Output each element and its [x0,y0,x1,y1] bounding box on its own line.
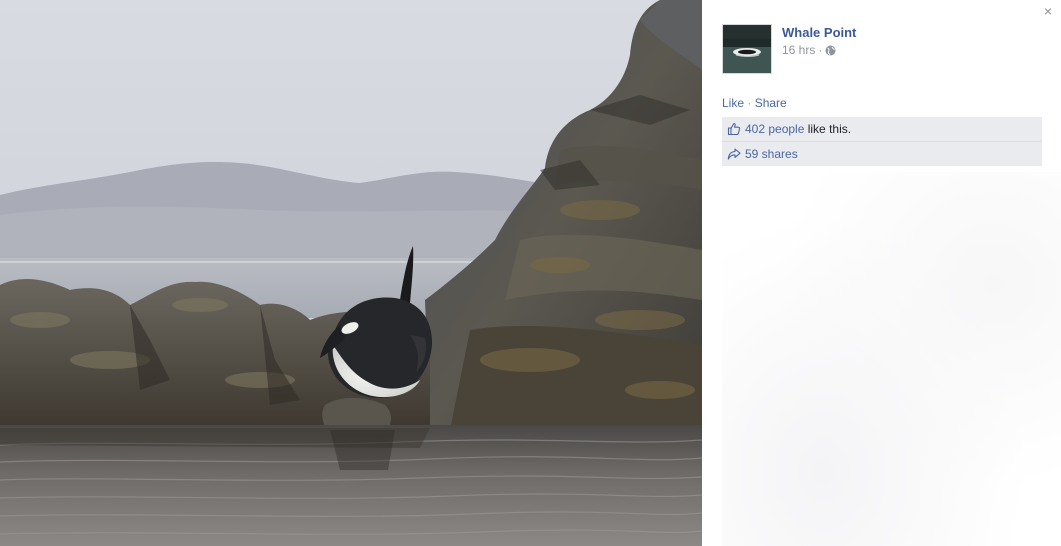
page-avatar[interactable] [722,24,772,74]
close-icon[interactable]: × [1041,4,1055,18]
post-actions: Like · Share [722,96,787,110]
page-name-link[interactable]: Whale Point [782,25,856,40]
shares-count-link[interactable]: 59 shares [745,147,798,161]
actions-separator: · [747,96,752,110]
share-arrow-icon [727,147,741,161]
orca-on-rocks-photo [0,0,702,546]
page-avatar-image [723,25,771,73]
like-link[interactable]: Like [722,96,744,110]
share-link[interactable]: Share [755,96,787,110]
post-timestamp[interactable]: 16 hrs [782,43,815,57]
post-details-panel: × Whale Point 16 hrs · Like · Share 402 … [702,0,1061,546]
comments-area-blurred [722,172,1061,546]
globe-icon[interactable] [825,45,836,56]
post-meta: 16 hrs · [782,43,836,57]
likes-count-link[interactable]: 402 people [745,122,804,136]
photo-viewer[interactable] [0,0,702,546]
meta-separator: · [818,43,823,57]
thumbs-up-icon [727,122,741,136]
shares-row: 59 shares [722,141,1042,166]
reactions-box: 402 people like this. 59 shares [722,117,1042,166]
likes-suffix: like this. [804,122,852,136]
likes-row: 402 people like this. [722,117,1042,141]
